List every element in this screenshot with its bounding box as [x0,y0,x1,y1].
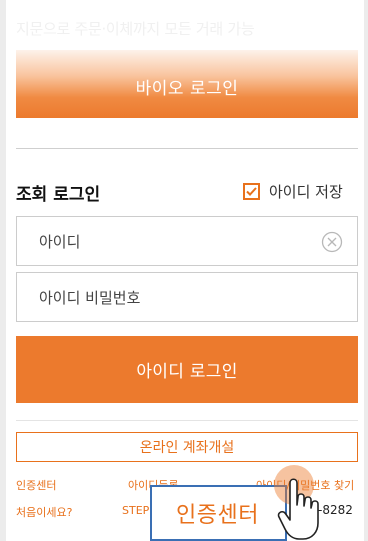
first-visit-link[interactable]: 처음이세요? [16,504,72,520]
save-id-checkbox[interactable] [243,183,260,200]
password-input-placeholder: 아이디 비밀번호 [39,288,141,307]
id-input-placeholder: 아이디 [39,232,81,251]
cert-center-tooltip: 인증센터 [150,485,287,541]
id-login-button[interactable]: 아이디 로그인 [16,336,358,403]
step-link[interactable]: STEP [122,504,149,517]
clear-circle-x-icon[interactable] [321,231,343,253]
cert-center-link[interactable]: 인증센터 [16,477,56,493]
left-frame-edge [0,0,6,541]
id-input[interactable]: 아이디 [16,216,358,266]
hand-pointer-icon [277,478,319,540]
section-title: 조회 로그인 [16,185,101,205]
right-frame-edge [364,0,368,541]
check-icon [246,187,257,196]
id-login-label: 아이디 로그인 [136,362,238,382]
password-input[interactable]: 아이디 비밀번호 [16,272,358,322]
save-id-label: 아이디 저장 [269,183,343,201]
online-account-open-button[interactable]: 온라인 계좌개설 [16,432,358,462]
save-id-toggle[interactable]: 아이디 저장 [243,181,343,202]
section-divider [16,148,358,149]
footer-divider [16,420,358,421]
bio-login-label: 바이오 로그인 [135,78,239,99]
bio-login-caption: 지문으로 주문·이체까지 모든 거래 가능 [16,20,255,38]
bio-login-button[interactable]: 바이오 로그인 [16,50,358,118]
